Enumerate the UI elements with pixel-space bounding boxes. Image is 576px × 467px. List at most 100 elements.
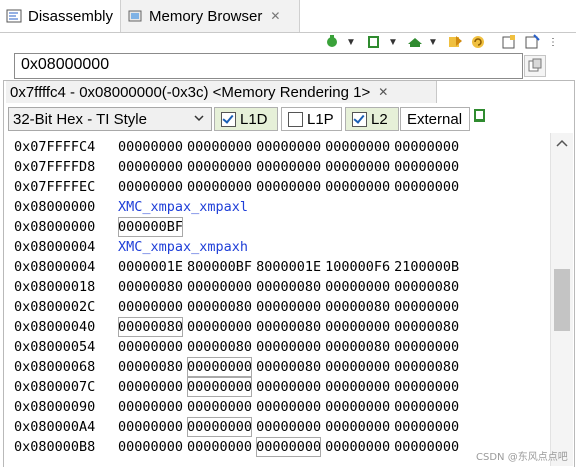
memory-cell[interactable]: 2100000B [394,257,459,277]
memory-cell[interactable]: 00000080 [394,357,459,377]
memory-cell[interactable]: 000000BF [118,217,184,237]
l1p-cache-toggle[interactable]: L1P [281,107,342,131]
memory-cell[interactable]: 00000000 [394,337,459,357]
memory-cell[interactable]: 00000080 [256,277,321,297]
memory-cell[interactable]: 00000080 [187,337,252,357]
address-input[interactable] [15,54,501,76]
view-menu-icon[interactable]: ⋮ [548,34,558,50]
memory-cell[interactable]: 00000000 [256,177,321,197]
memory-cell[interactable]: 00000000 [325,137,390,157]
tab-memory-browser[interactable]: Memory Browser ✕ [120,0,300,32]
memory-cell[interactable]: 8000001E [256,257,321,277]
new-memory-tab-icon[interactable] [366,34,382,50]
memory-cell[interactable]: 00000000 [187,317,252,337]
memory-cell[interactable]: 00000000 [187,377,253,397]
memory-row: 0x080000B8 00000000 00000000 00000000 000000… [14,437,463,457]
memory-cell[interactable]: 00000000 [325,357,390,377]
format-select[interactable]: 32-Bit Hex - TI Style [8,107,212,131]
l2-cache-toggle[interactable]: L2 [345,107,399,131]
memory-cell[interactable]: 00000000 [118,297,183,317]
import-icon[interactable] [447,34,463,50]
memory-cell[interactable]: 00000000 [256,377,321,397]
memory-cell[interactable]: 00000000 [325,377,390,397]
memory-cell[interactable]: 100000F6 [325,257,390,277]
memory-cell[interactable]: 00000000 [256,297,321,317]
memory-cell[interactable]: 00000080 [187,297,252,317]
memory-cell[interactable]: 00000080 [325,297,390,317]
pin-icon[interactable] [524,34,540,50]
memory-cell[interactable]: 00000080 [394,317,459,337]
memory-cell[interactable]: 00000000 [187,417,253,437]
row-address: 0x08000040 [14,319,96,335]
memory-cell[interactable]: 0000001E [118,257,183,277]
memory-cell[interactable]: 00000000 [394,437,459,457]
memory-cell[interactable]: 00000000 [118,177,183,197]
memory-cell[interactable]: 00000000 [394,297,459,317]
memory-cell[interactable]: 00000000 [187,357,253,377]
memory-cell[interactable]: 00000000 [325,177,390,197]
memory-cell[interactable]: 00000000 [325,437,390,457]
memory-cell[interactable]: 00000000 [118,417,183,437]
memory-cell[interactable]: 00000000 [256,417,321,437]
connect-icon[interactable] [324,34,340,50]
memory-cell[interactable]: 00000000 [118,437,183,457]
address-field[interactable] [14,53,523,79]
memory-cell[interactable]: 00000000 [118,377,183,397]
memory-cell[interactable]: 00000000 [187,177,252,197]
memory-cell[interactable]: 800000BF [187,257,252,277]
memory-cell[interactable]: 00000000 [118,157,183,177]
memory-cell[interactable]: 00000000 [394,157,459,177]
memory-cell[interactable]: 00000000 [187,277,252,297]
l1d-cache-toggle[interactable]: L1D [214,107,278,131]
memory-cell[interactable]: 00000000 [256,157,321,177]
tab-memory-rendering[interactable]: 0x7ffffc4 - 0x08000000(-0x3c) <Memory Re… [6,81,437,103]
scrollbar-thumb[interactable] [554,269,570,331]
memory-cell[interactable]: 00000000 [394,417,459,437]
memory-cell[interactable]: 00000080 [118,357,183,377]
chevron-down-icon[interactable]: ▼ [428,34,438,50]
memory-cell[interactable]: 00000000 [256,437,322,457]
memory-cell[interactable]: 00000000 [394,137,459,157]
l1d-checkbox[interactable] [221,111,236,127]
memory-cell[interactable]: 00000080 [256,317,321,337]
chevron-up-icon[interactable] [556,139,568,147]
memory-cell[interactable]: 00000000 [325,157,390,177]
memory-cell[interactable]: 00000000 [118,397,183,417]
memory-cell[interactable]: 00000000 [187,137,252,157]
vertical-scrollbar[interactable] [550,133,573,466]
memory-cell[interactable]: 00000000 [118,337,183,357]
refresh-icon[interactable] [470,34,486,50]
memory-cell[interactable]: 00000000 [187,157,252,177]
memory-cell[interactable]: 00000000 [118,137,183,157]
memory-cell[interactable]: 00000080 [256,357,321,377]
memory-cell[interactable]: 00000000 [394,377,459,397]
memory-cell[interactable]: 00000000 [325,277,390,297]
close-icon[interactable]: ✕ [378,85,388,99]
memory-cell[interactable]: 00000080 [118,277,183,297]
memory-map-icon[interactable] [407,34,423,50]
close-icon[interactable]: ✕ [270,9,280,23]
chevron-down-icon[interactable]: ▼ [346,34,356,50]
memory-cell[interactable]: 00000000 [394,397,459,417]
new-window-icon[interactable] [501,34,517,50]
memory-cell[interactable]: 00000000 [325,417,390,437]
chevron-down-icon[interactable]: ▼ [388,34,398,50]
external-toggle[interactable]: External [400,107,470,131]
l2-checkbox[interactable] [352,111,367,127]
memory-cell[interactable]: 00000000 [256,137,321,157]
memory-cell[interactable]: 00000000 [325,317,390,337]
memory-cell[interactable]: 00000080 [394,277,459,297]
l1p-checkbox[interactable] [288,111,303,127]
row-address: 0x08000004 [14,239,96,255]
memory-cell[interactable]: 00000080 [325,337,390,357]
memory-chip-icon[interactable] [473,108,487,124]
memory-cell[interactable]: 00000000 [187,397,252,417]
memory-cell[interactable]: 00000080 [118,317,184,337]
memory-cell[interactable]: 00000000 [256,337,321,357]
memory-cell[interactable]: 00000000 [187,437,252,457]
memory-cell[interactable]: 00000000 [256,397,321,417]
go-button[interactable] [524,55,546,77]
memory-cell[interactable]: 00000000 [394,177,459,197]
tab-disassembly[interactable]: Disassembly [0,0,118,32]
memory-cell[interactable]: 00000000 [325,397,390,417]
